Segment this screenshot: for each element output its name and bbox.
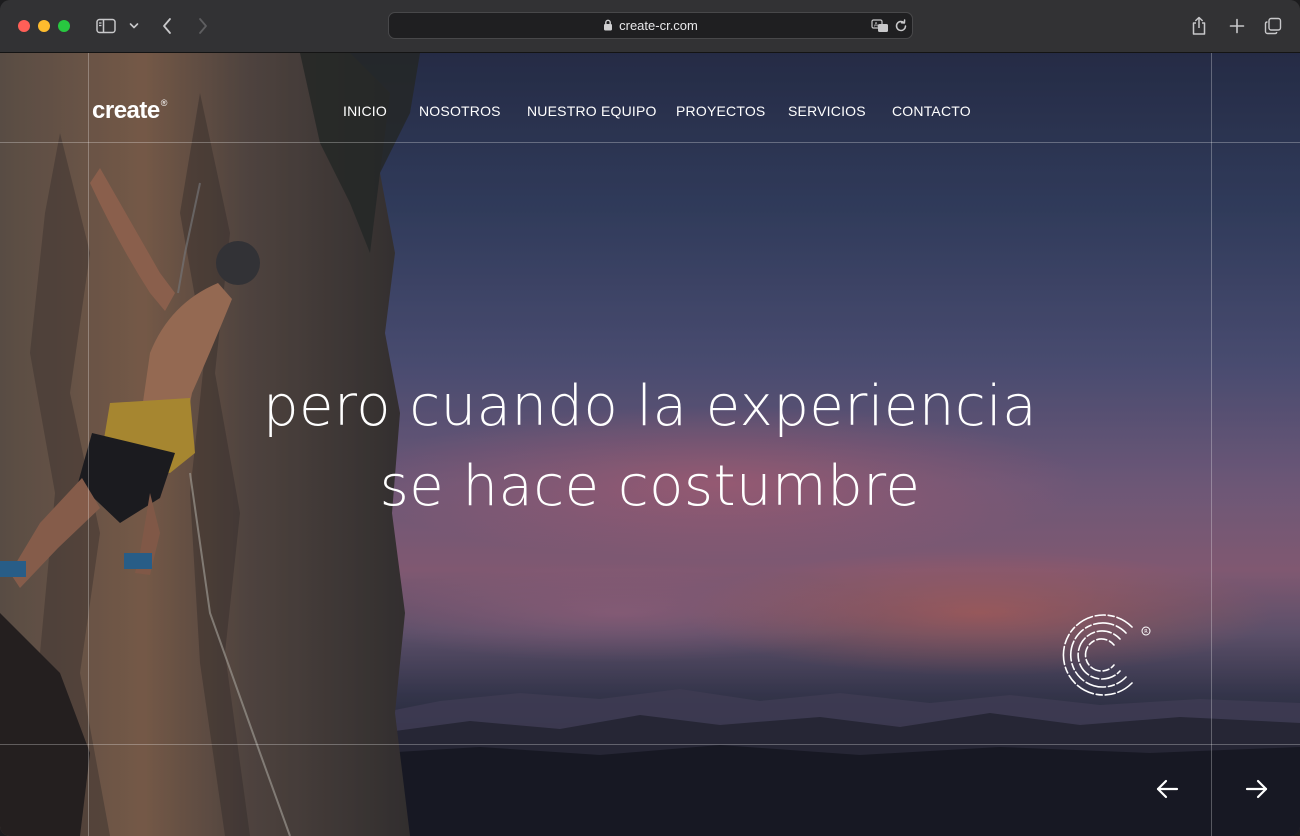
nav-item-nosotros[interactable]: NOSOTROS: [419, 103, 501, 119]
chevron-right-icon[interactable]: [192, 13, 214, 39]
headline-line-2: se hace costumbre: [379, 454, 921, 519]
lock-icon: [603, 19, 613, 34]
zoom-window-button[interactable]: [58, 20, 70, 32]
address-bar[interactable]: create-cr.com A: [388, 12, 913, 39]
plus-icon[interactable]: [1226, 13, 1248, 39]
reload-icon[interactable]: [894, 19, 908, 38]
nav-item-proyectos[interactable]: PROYECTOS: [676, 103, 765, 119]
headline-line-1: pero cuando la experiencia: [262, 374, 1038, 439]
logo-text: create: [92, 97, 160, 124]
nav-item-contacto[interactable]: CONTACTO: [892, 103, 971, 119]
logo-registered-mark: ®: [160, 98, 168, 108]
svg-text:R: R: [1144, 629, 1148, 635]
hero-section: create® INICIO NOSOTROS NUESTRO EQUIPO P…: [0, 53, 1300, 836]
arrow-right-icon[interactable]: [1237, 773, 1277, 805]
url-text: create-cr.com: [619, 18, 698, 33]
tabs-icon[interactable]: [1262, 13, 1284, 39]
grid-line: [0, 142, 1300, 143]
sidebar-icon[interactable]: [94, 13, 118, 39]
chevron-down-icon[interactable]: [126, 13, 142, 39]
grid-line: [0, 744, 1300, 745]
c-emblem-icon: R: [1062, 614, 1151, 696]
browser-toolbar: create-cr.com A: [0, 0, 1300, 53]
minimize-window-button[interactable]: [38, 20, 50, 32]
site-logo[interactable]: create®: [92, 97, 167, 125]
translate-icon[interactable]: A: [871, 19, 889, 38]
nav-item-inicio[interactable]: INICIO: [343, 103, 387, 119]
arrow-left-icon[interactable]: [1147, 773, 1187, 805]
browser-window: create-cr.com A create® INICIO NOSOTROS …: [0, 0, 1300, 836]
close-window-button[interactable]: [18, 20, 30, 32]
nav-item-nuestro-equipo[interactable]: NUESTRO EQUIPO: [527, 103, 657, 119]
chevron-left-icon[interactable]: [156, 13, 178, 39]
nav-item-servicios[interactable]: SERVICIOS: [788, 103, 866, 119]
share-icon[interactable]: [1188, 13, 1210, 39]
